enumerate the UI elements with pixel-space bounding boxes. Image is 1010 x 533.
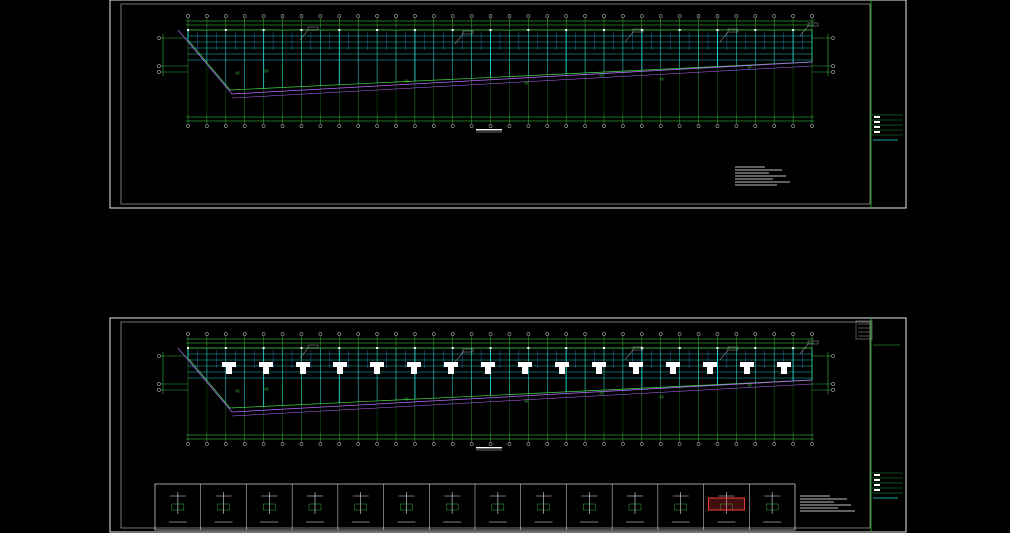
unit-stem [485,366,491,374]
column [640,29,643,31]
cad-rect [874,126,880,128]
plan-title-bar [476,447,502,449]
cad-rect [874,479,880,481]
column [451,347,454,349]
column [565,347,568,349]
unit-stem [411,366,417,374]
column [792,347,795,349]
column [527,347,530,349]
column [603,347,605,349]
cad-rect [874,131,880,133]
column [376,347,379,349]
column [338,29,341,31]
column [413,29,416,31]
column [262,29,265,31]
column [603,29,605,31]
column [187,29,189,31]
unit-stem [263,366,269,374]
cad-canvas[interactable] [0,0,1010,533]
plan-title-bar [476,129,502,131]
canvas-background [0,0,1010,533]
unit-stem [522,366,528,374]
column [489,29,492,31]
unit-stem [744,366,750,374]
unit-stem [226,366,232,374]
unit-stem [670,366,676,374]
cad-rect [874,489,880,491]
cad-rect [874,474,880,476]
column [187,347,189,349]
column [376,29,379,31]
column [413,347,416,349]
column [716,347,719,349]
column [640,347,643,349]
highlighted-detail [707,497,745,511]
column [262,347,265,349]
unit-stem [374,366,380,374]
column [754,347,757,349]
column [716,29,719,31]
unit-stem [707,366,713,374]
unit-stem [337,366,343,374]
cad-rect [874,116,880,118]
column [300,29,303,31]
column [224,347,227,349]
unit-stem [448,366,454,374]
cad-rect [874,484,880,486]
unit-stem [559,366,565,374]
column [224,29,227,31]
column [489,347,492,349]
unit-stem [781,366,787,374]
column [678,29,681,31]
column [338,347,341,349]
cad-drawing [0,0,1010,533]
column [754,29,757,31]
unit-stem [633,366,639,374]
notes-block [735,166,790,186]
column [678,347,681,349]
unit-stem [300,366,306,374]
column [300,347,303,349]
cad-rect [874,121,880,123]
column [451,29,454,31]
column [792,29,795,31]
column [527,29,530,31]
column [565,29,568,31]
unit-stem [596,366,602,374]
